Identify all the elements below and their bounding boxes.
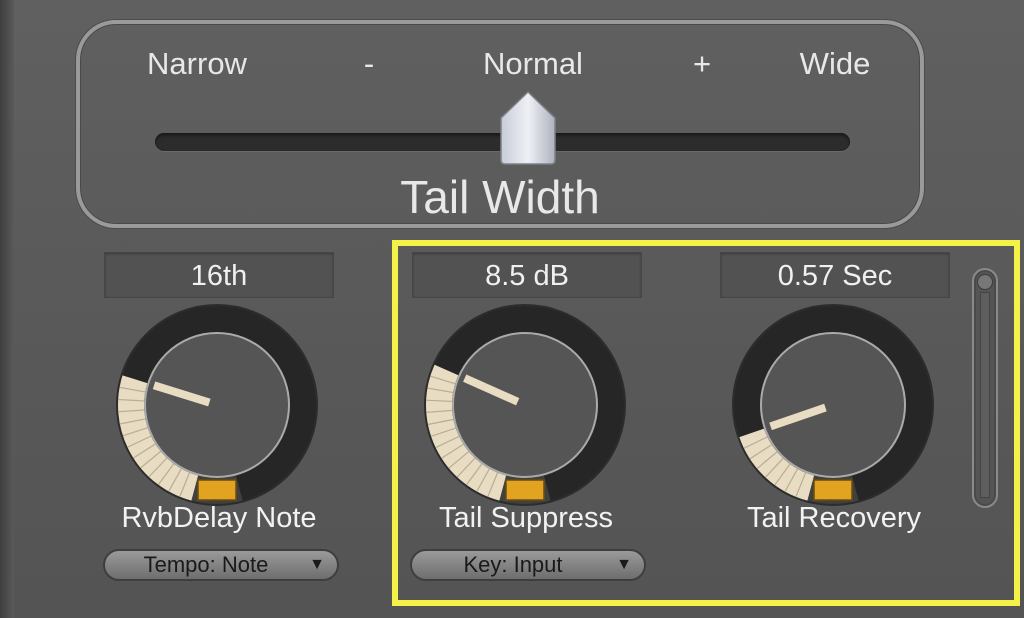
tail-width-label-normal: Normal <box>483 46 583 81</box>
dropdown-arrow-icon: ▼ <box>309 556 325 573</box>
tail-width-slider-thumb[interactable] <box>493 88 563 168</box>
panel-left-edge <box>0 0 14 618</box>
tempo-mode-dropdown[interactable]: Tempo: Note ▼ <box>103 549 339 581</box>
tempo-mode-dropdown-label: Tempo: Note <box>143 552 269 577</box>
rvbdelay-knob[interactable] <box>112 300 322 510</box>
tail-width-label-narrow: Narrow <box>147 46 247 81</box>
tail-width-title: Tail Width <box>400 171 600 223</box>
tail-width-label-minus: - <box>363 46 375 81</box>
tail-width-label-plus: + <box>692 46 712 81</box>
rvbdelay-knob-label: RvbDelay Note <box>121 502 317 534</box>
highlight-annotation-box <box>392 240 1020 606</box>
rvbdelay-value-display: 16th <box>104 252 334 298</box>
tail-width-label-wide: Wide <box>799 46 871 81</box>
